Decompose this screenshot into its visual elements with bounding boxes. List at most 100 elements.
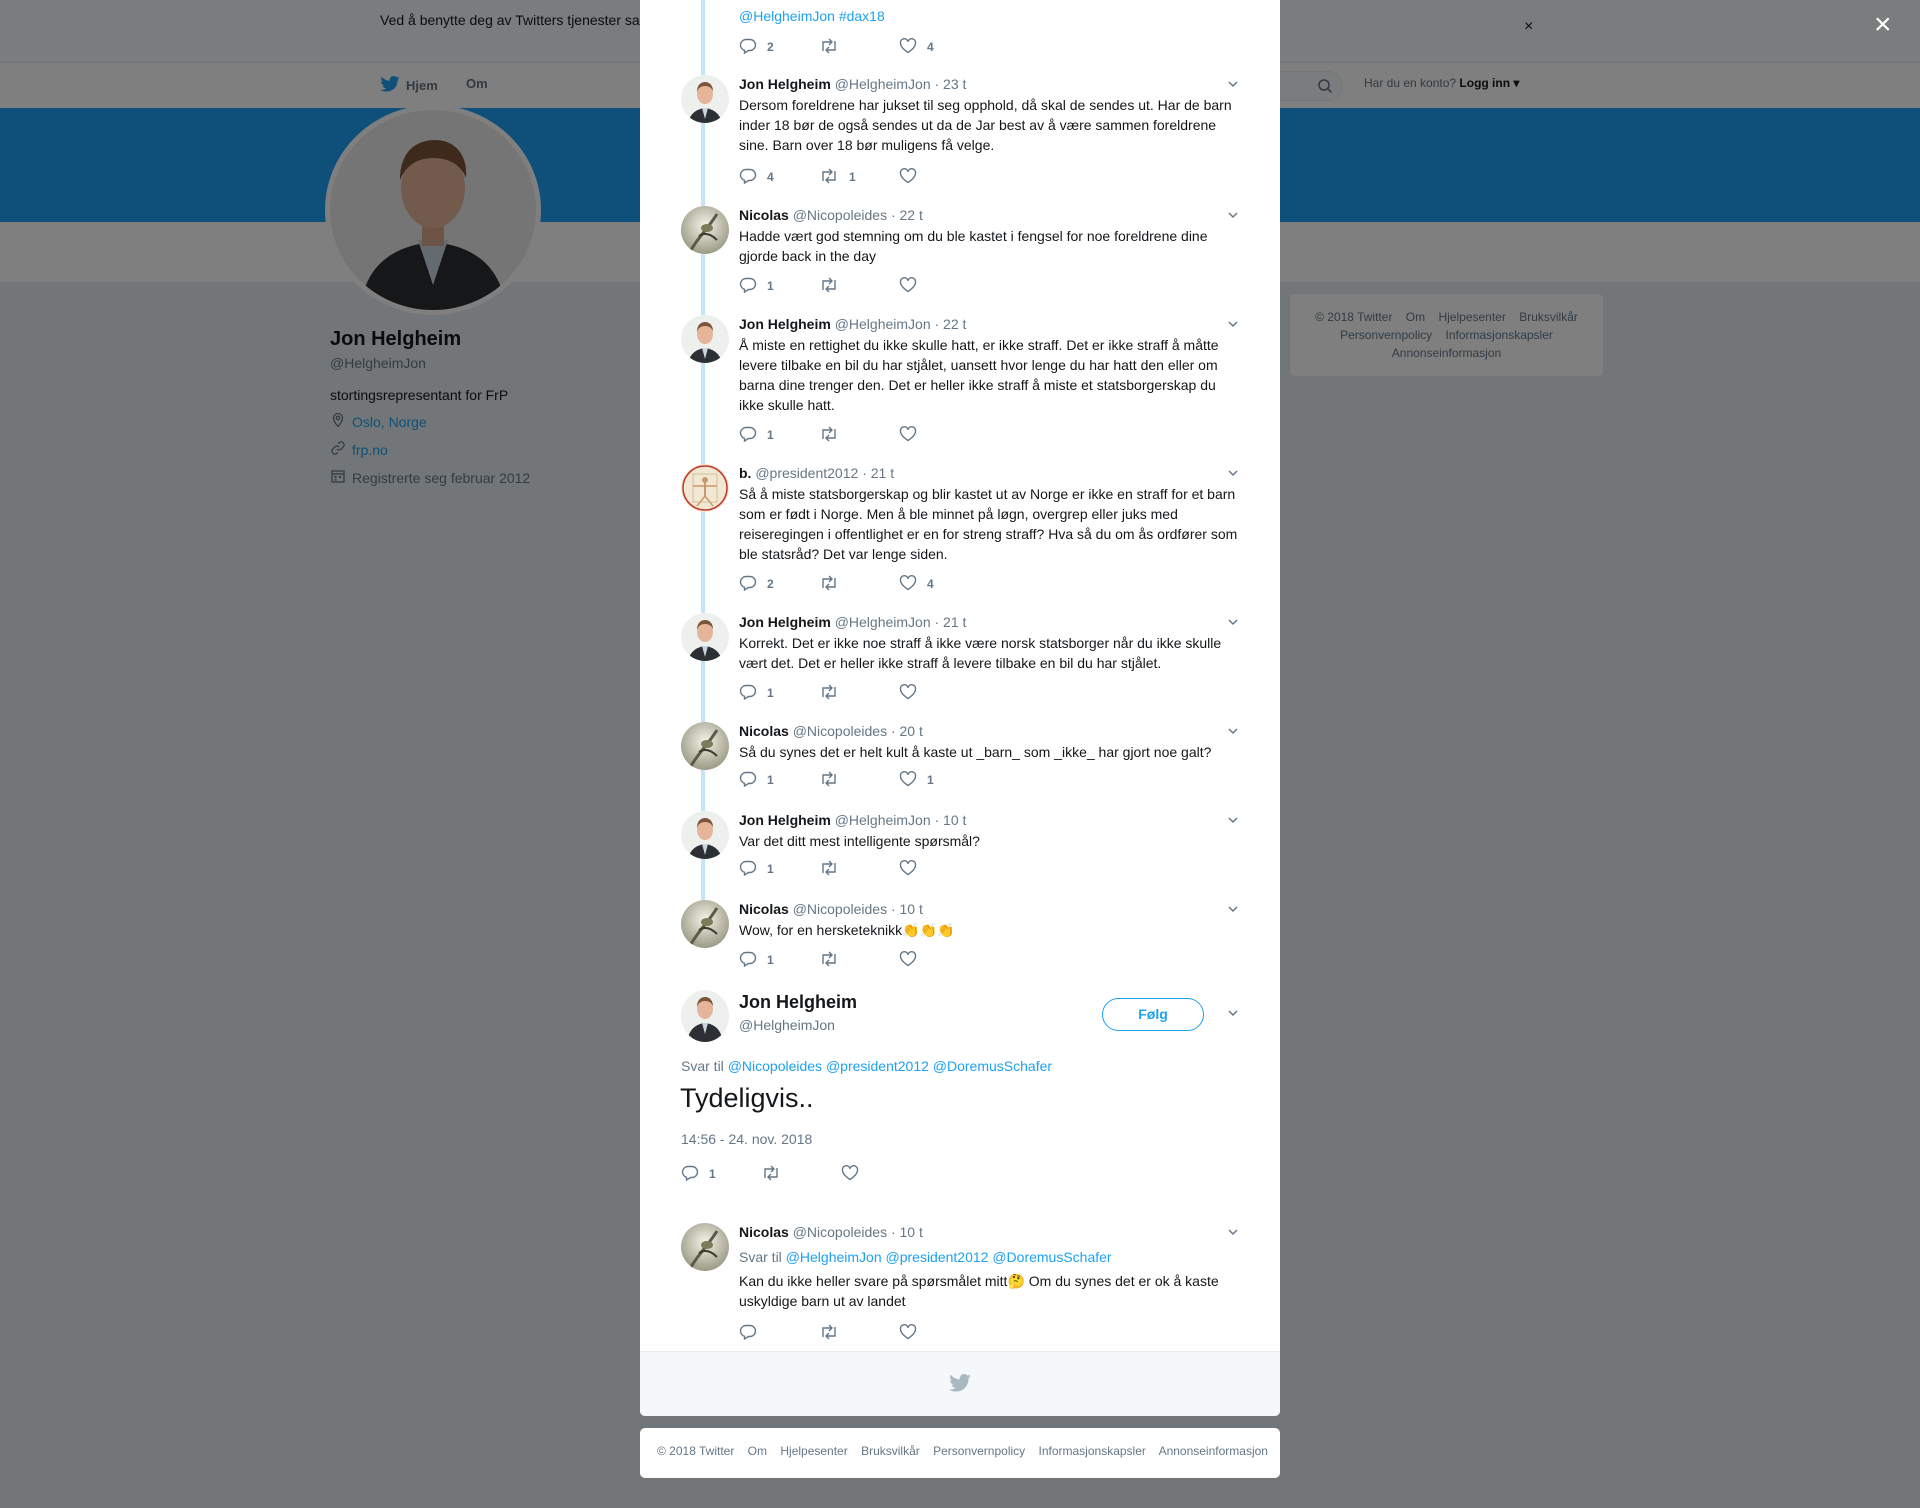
retweet-button[interactable]	[819, 38, 899, 57]
reply-button[interactable]: 1	[739, 771, 819, 790]
reply-count: 2	[767, 577, 774, 591]
footer-link-ads[interactable]: Annonseinformasjon	[1159, 1444, 1268, 1458]
like-button[interactable]	[899, 276, 979, 296]
footer-link-privacy[interactable]: Personvernpolicy	[933, 1444, 1025, 1458]
retweet-button[interactable]	[819, 575, 899, 594]
tweet-author-handle[interactable]: @Nicopoleides	[793, 1224, 887, 1240]
tweet-timestamp[interactable]: · 10 t	[935, 812, 967, 828]
reply-button[interactable]: 2	[739, 575, 819, 594]
reply-button[interactable]: 1	[739, 277, 819, 296]
focused-tweet-author-handle[interactable]: @HelgheimJon	[739, 1017, 835, 1033]
tweet-author-name[interactable]: Nicolas	[739, 901, 789, 917]
retweet-button[interactable]	[819, 426, 899, 445]
tweet-author-handle[interactable]: @Nicopoleides	[793, 207, 887, 223]
tweet-author-handle[interactable]: @Nicopoleides	[793, 901, 887, 917]
like-button[interactable]	[899, 167, 979, 187]
tweet-author-handle[interactable]: @HelgheimJon	[835, 76, 931, 92]
avatar[interactable]	[681, 75, 729, 123]
reply-button[interactable]	[739, 1324, 819, 1343]
retweet-button[interactable]	[819, 684, 899, 703]
tweet-author-handle[interactable]: @HelgheimJon	[835, 316, 931, 332]
like-button[interactable]	[841, 1164, 921, 1184]
reply-button[interactable]: 1	[739, 684, 819, 703]
tweet-author-handle[interactable]: @HelgheimJon	[835, 812, 931, 828]
hashtag-link[interactable]: #dax18	[839, 8, 885, 24]
tweet-author-name[interactable]: Jon Helgheim	[739, 812, 831, 828]
avatar[interactable]	[681, 206, 729, 254]
tweet-header: Nicolas @Nicopoleides · 20 t	[739, 722, 1239, 740]
like-button[interactable]	[899, 425, 979, 445]
focused-tweet-timestamp[interactable]: 14:56 - 24. nov. 2018	[681, 1131, 812, 1147]
chevron-down-icon[interactable]	[1226, 466, 1240, 485]
retweet-button[interactable]	[819, 771, 899, 790]
retweet-button[interactable]	[761, 1165, 841, 1184]
retweet-button[interactable]	[819, 1324, 899, 1343]
tweet-author-name[interactable]: Nicolas	[739, 207, 789, 223]
footer-link-about[interactable]: Om	[748, 1444, 767, 1458]
retweet-button[interactable]	[819, 860, 899, 879]
reply-to-mentions[interactable]: @Nicopoleides @president2012 @DoremusSch…	[728, 1058, 1052, 1074]
chevron-down-icon[interactable]	[1226, 724, 1240, 743]
chevron-down-icon[interactable]	[1226, 1006, 1240, 1025]
tweet-author-name[interactable]: Jon Helgheim	[739, 76, 831, 92]
tweet-timestamp[interactable]: · 22 t	[891, 207, 923, 223]
chevron-down-icon[interactable]	[1226, 1225, 1240, 1244]
like-button[interactable]: 1	[899, 770, 979, 790]
tweet-author-name[interactable]: Jon Helgheim	[739, 316, 831, 332]
like-button[interactable]	[899, 1323, 979, 1343]
chevron-down-icon[interactable]	[1226, 813, 1240, 832]
like-button[interactable]	[899, 683, 979, 703]
reply-button[interactable]: 1	[739, 426, 819, 445]
avatar[interactable]	[681, 990, 729, 1042]
like-button[interactable]: 4	[899, 574, 979, 594]
avatar[interactable]	[681, 811, 729, 859]
chevron-down-icon[interactable]	[1226, 208, 1240, 227]
tweet-timestamp[interactable]: · 10 t	[891, 901, 923, 917]
avatar[interactable]	[681, 900, 729, 948]
retweet-button[interactable]	[819, 277, 899, 296]
like-button[interactable]: 4	[899, 37, 979, 57]
focused-tweet-author-name[interactable]: Jon Helgheim	[739, 992, 857, 1013]
tweet-author-handle[interactable]: @president2012	[755, 465, 858, 481]
avatar[interactable]	[681, 464, 729, 512]
tweet-timestamp[interactable]: · 21 t	[862, 465, 894, 481]
like-button[interactable]	[899, 950, 979, 970]
tweet-author-name[interactable]: Jon Helgheim	[739, 614, 831, 630]
tweet-timestamp[interactable]: · 20 t	[891, 723, 923, 739]
reply-to-label: Svar til	[739, 1249, 782, 1265]
reply-button[interactable]: 1	[681, 1165, 761, 1184]
tweet-timestamp[interactable]: · 22 t	[935, 316, 967, 332]
reply-button[interactable]: 2	[739, 38, 819, 57]
chevron-down-icon[interactable]	[1226, 317, 1240, 336]
avatar[interactable]	[681, 315, 729, 363]
tweet-author-name[interactable]: b.	[739, 465, 751, 481]
chevron-down-icon[interactable]	[1226, 615, 1240, 634]
avatar[interactable]	[681, 722, 729, 770]
footer-link-help[interactable]: Hjelpesenter	[780, 1444, 847, 1458]
retweet-button[interactable]: 1	[819, 168, 899, 187]
tweet-author-name[interactable]: Nicolas	[739, 1224, 789, 1240]
chevron-down-icon[interactable]	[1226, 77, 1240, 96]
chevron-down-icon[interactable]	[1226, 902, 1240, 921]
heart-icon	[899, 37, 917, 57]
avatar[interactable]	[681, 1223, 729, 1271]
mention-link[interactable]: @HelgheimJon	[739, 8, 835, 24]
reply-icon	[739, 1324, 757, 1343]
tweet-timestamp[interactable]: · 21 t	[935, 614, 967, 630]
retweet-button[interactable]	[819, 951, 899, 970]
tweet-author-name[interactable]: Nicolas	[739, 723, 789, 739]
tweet-timestamp[interactable]: · 10 t	[891, 1224, 923, 1240]
footer-link-cookies[interactable]: Informasjonskapsler	[1039, 1444, 1146, 1458]
tweet-author-handle[interactable]: @Nicopoleides	[793, 723, 887, 739]
tweet-author-handle[interactable]: @HelgheimJon	[835, 614, 931, 630]
like-button[interactable]	[899, 859, 979, 879]
reply-button[interactable]: 4	[739, 168, 819, 187]
footer-link-terms[interactable]: Bruksvilkår	[861, 1444, 920, 1458]
close-icon[interactable]: ×	[1874, 10, 1892, 40]
avatar[interactable]	[681, 613, 729, 661]
reply-button[interactable]: 1	[739, 860, 819, 879]
follow-button[interactable]: Følg	[1102, 998, 1204, 1031]
reply-button[interactable]: 1	[739, 951, 819, 970]
tweet-timestamp[interactable]: · 23 t	[935, 76, 967, 92]
reply-to-mentions[interactable]: @HelgheimJon @president2012 @DoremusScha…	[786, 1249, 1112, 1265]
